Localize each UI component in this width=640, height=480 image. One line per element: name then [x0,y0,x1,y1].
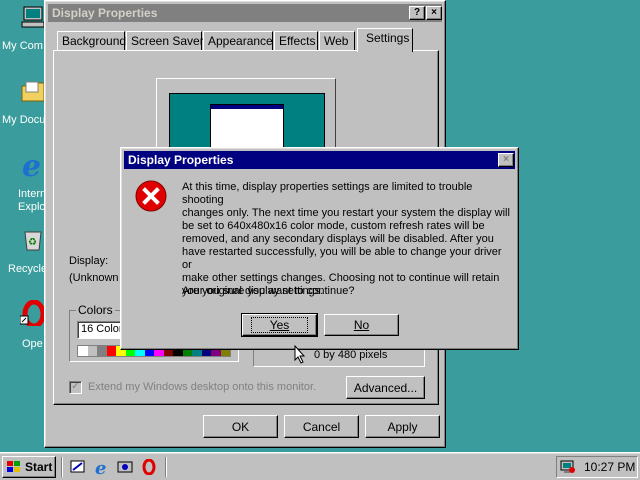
display-label: Display: [69,255,109,267]
extend-desktop-label: Extend my Windows desktop onto this moni… [88,381,317,393]
system-tray: 10:27 PM [556,456,638,478]
ok-button[interactable]: OK [203,415,278,438]
help-button[interactable]: ? [409,6,425,20]
tab-background[interactable]: Background [57,31,126,51]
desktop-icon-label: Recycle [8,263,48,275]
tab-effects[interactable]: Effects [274,31,318,51]
desktop-icon-label: My Com [2,40,43,52]
dialog-close-button[interactable]: × [498,153,514,167]
no-button[interactable]: No [324,314,399,336]
display-value: (Unknown [69,272,119,284]
confirm-dialog: Display Properties × At this time, displ… [120,147,519,350]
windows-logo-icon [7,461,20,472]
display-settings-tray-icon[interactable] [560,459,576,475]
clock[interactable]: 10:27 PM [584,460,635,474]
screen-area-value: 0 by 480 pixels [314,349,388,361]
opera-icon [20,300,46,326]
start-label: Start [25,460,53,474]
ie-icon[interactable]: e [94,459,110,475]
svg-text:e: e [95,459,106,475]
my-computer-icon [21,6,45,28]
desktop-icon-opera[interactable]: Ope [0,300,46,352]
desktop-icon-internet-explorer[interactable]: e Intern Explo [0,152,46,216]
dialog-question: Are you sure you want to continue? [182,285,355,297]
cancel-button[interactable]: Cancel [284,415,359,438]
internet-explorer-icon: e [22,152,41,178]
my-documents-icon [21,81,45,102]
mouse-cursor-icon [294,345,306,364]
tab-appearance[interactable]: Appearance [203,31,273,51]
channels-icon[interactable] [117,459,133,475]
desktop-icon-my-computer[interactable]: My Com [0,2,46,54]
start-button[interactable]: Start [2,456,56,478]
colors-group-label: Colors [76,303,115,317]
window-title: Display Properties [52,6,158,20]
tab-screen-saver[interactable]: Screen Saver [126,31,204,51]
taskbar-separator [165,457,167,477]
colors-dropdown-value: 16 Color [81,323,123,335]
taskbar: Start e 10:27 PM [0,452,640,480]
apply-button[interactable]: Apply [365,415,440,438]
recycle-bin-icon: ♻ [24,231,42,251]
tab-web[interactable]: Web [319,31,355,51]
yes-button-label: Yes [250,317,309,333]
svg-text:e: e [22,152,41,178]
extend-desktop-checkbox[interactable]: ✓ [69,381,82,394]
svg-text:♻: ♻ [28,237,37,248]
error-icon [135,180,167,212]
opera-icon[interactable] [141,459,157,475]
dialog-title-bar[interactable]: Display Properties [124,151,515,169]
dialog-message: At this time, display properties setting… [182,181,510,297]
dialog-title: Display Properties [128,153,234,167]
desktop-icon-label: Ope [22,338,43,350]
close-button[interactable]: × [426,6,442,20]
desktop-icon[interactable] [70,459,86,475]
desktop-icon-label: Intern [18,188,47,200]
taskbar-separator [61,457,63,477]
advanced-button[interactable]: Advanced... [346,376,425,399]
window-title-bar[interactable]: Display Properties [48,4,442,22]
desktop-icon-recycle-bin[interactable]: ♻ Recycle [0,226,48,278]
desktop-icon-label: My Docu [2,114,46,126]
desktop-icon-label-line2: Explo [18,201,46,213]
yes-button[interactable]: Yes [241,313,318,337]
tab-settings[interactable]: Settings [357,28,413,52]
desktop-icon-my-documents[interactable]: My Docu [0,76,46,128]
